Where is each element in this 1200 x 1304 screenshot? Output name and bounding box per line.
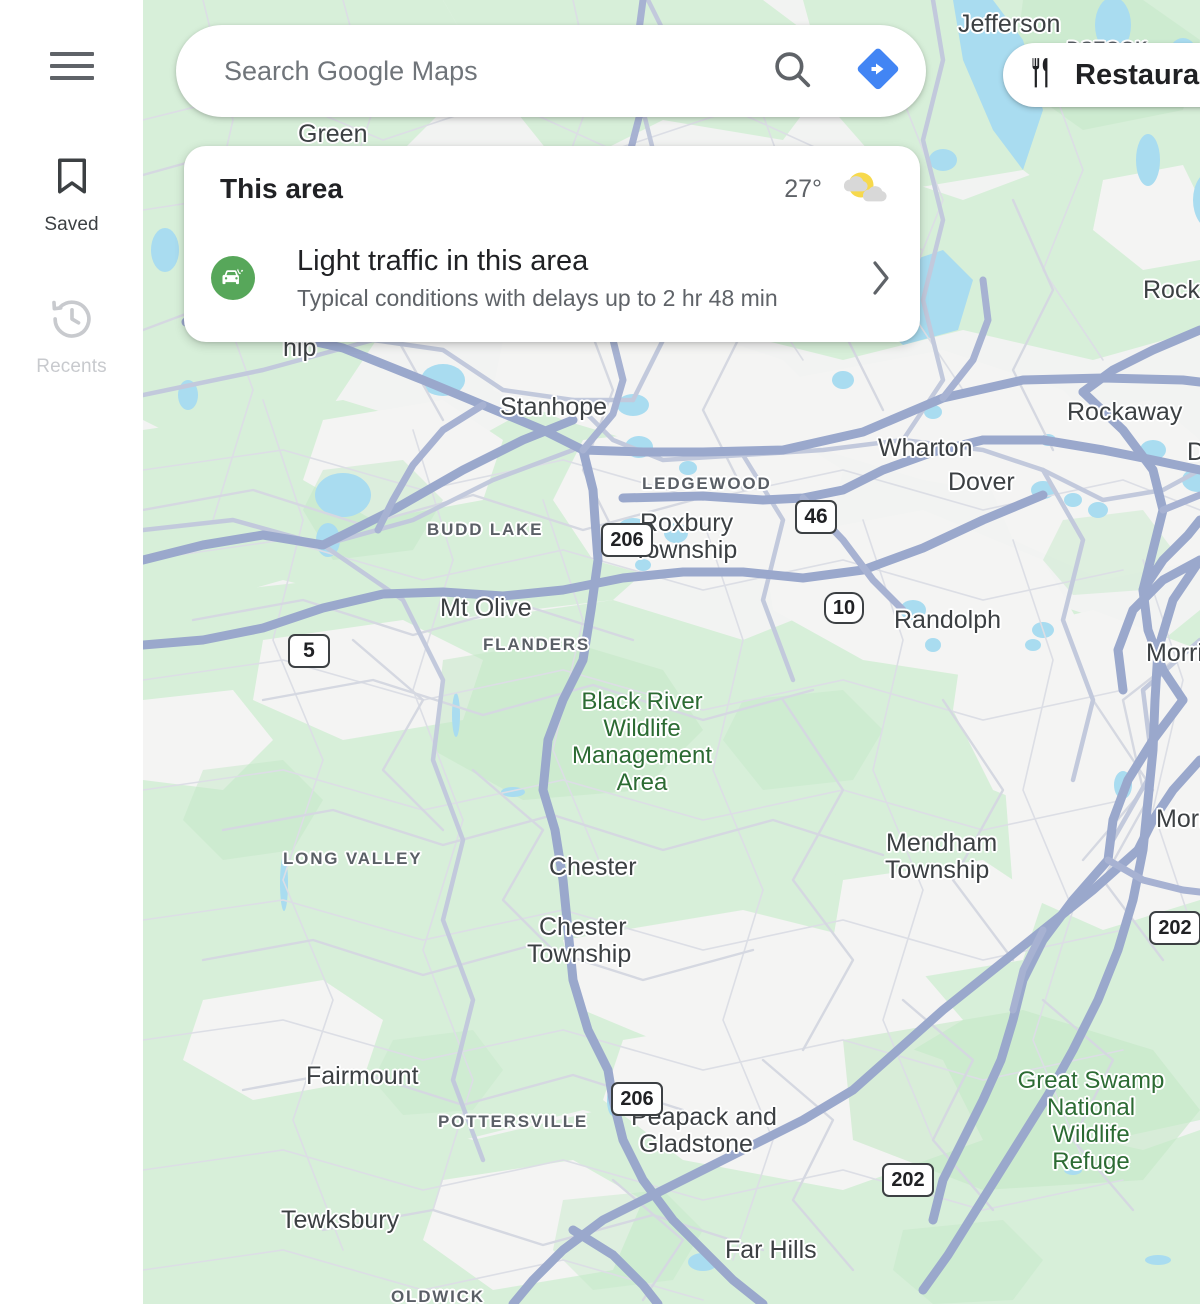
- magnifier-icon: [771, 48, 813, 95]
- area-card-header: This area 27°: [220, 162, 888, 216]
- area-card-title: This area: [220, 173, 343, 204]
- weather-summary: 27°: [784, 168, 888, 211]
- search-button[interactable]: [754, 48, 830, 95]
- bookmark-icon: [51, 152, 93, 205]
- traffic-status-row[interactable]: Light traffic in this area Typical condi…: [184, 228, 920, 328]
- sidebar-item-saved[interactable]: Saved: [0, 152, 143, 236]
- sidebar-item-label-saved: Saved: [44, 214, 99, 235]
- area-info-card[interactable]: This area 27° Light traffic in this area…: [184, 146, 920, 342]
- google-maps-screen: .veg { fill:#d7efd9; } .veg2 { fill:#cfe…: [0, 0, 1200, 1304]
- chevron-right-icon[interactable]: [842, 257, 920, 299]
- directions-button[interactable]: [830, 45, 926, 98]
- search-input[interactable]: [176, 55, 754, 87]
- directions-arrow-icon: [854, 45, 902, 98]
- restaurant-fork-knife-icon: [1029, 56, 1057, 95]
- traffic-car-icon: [211, 256, 255, 300]
- traffic-text-block: Light traffic in this area Typical condi…: [297, 244, 842, 313]
- hamburger-menu-button[interactable]: [0, 52, 143, 80]
- traffic-subtitle: Typical conditions with delays up to 2 h…: [297, 284, 778, 311]
- traffic-title: Light traffic in this area: [297, 244, 589, 277]
- search-bar[interactable]: [176, 25, 926, 117]
- sidebar-item-recents[interactable]: Recents: [0, 296, 143, 378]
- history-clock-icon: [49, 296, 95, 347]
- hamburger-menu-icon: [49, 52, 94, 80]
- left-nav-rail: Saved Recents: [0, 0, 143, 1304]
- sidebar-item-label-recents: Recents: [36, 356, 107, 377]
- partly-cloudy-icon: [836, 168, 888, 211]
- temperature-value: 27°: [784, 174, 822, 203]
- category-chip-label: Restaurants: [1075, 58, 1200, 91]
- category-chip-restaurants[interactable]: Restaurants: [1003, 43, 1200, 107]
